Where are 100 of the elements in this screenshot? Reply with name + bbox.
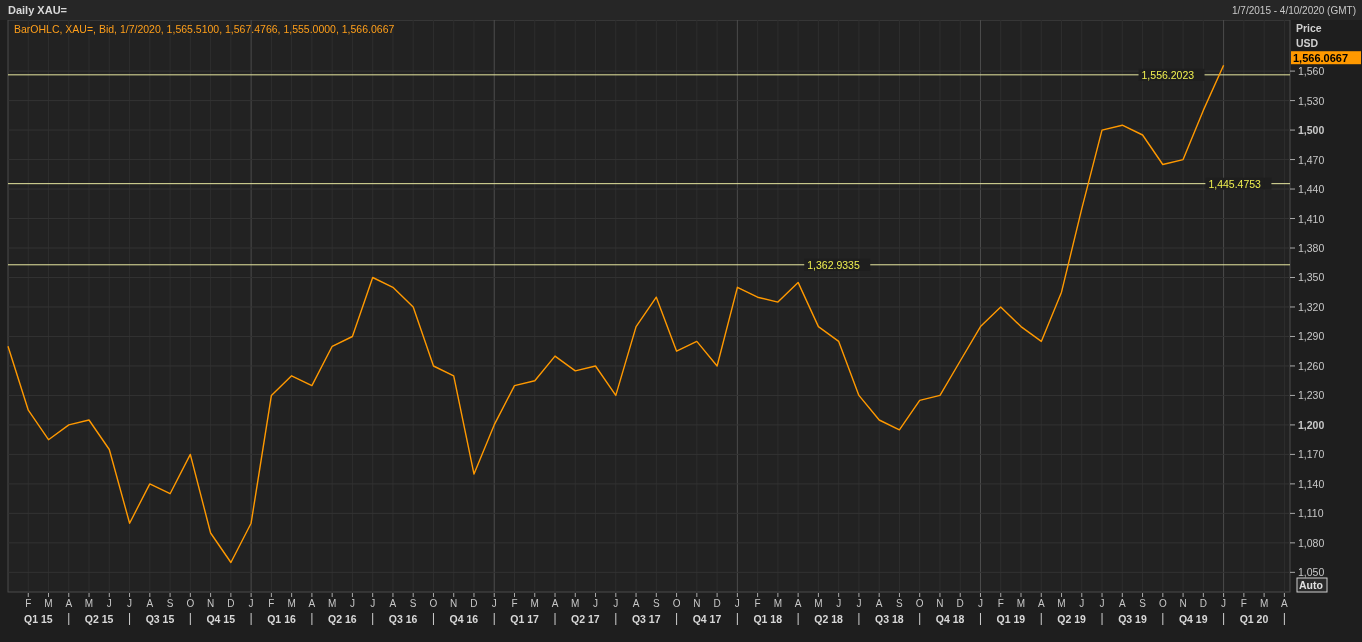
month-label: M [1259,598,1269,609]
month-label: M [530,598,539,609]
month-label: F [997,598,1004,609]
month-label: S [1139,598,1146,609]
y-tick-label: 1,080 [1298,536,1325,549]
month-label: S [409,598,417,609]
y-tick-label: 1,500 [1298,124,1325,137]
month-label: F [511,598,518,609]
y-tick-label: 1,200 [1298,418,1325,431]
quarter-label: Q1 18 [753,613,783,625]
month-label: A [875,598,883,609]
month-label: O [186,598,195,609]
month-label: J [370,598,376,609]
reference-value: 1,445.4753 [1208,177,1261,190]
quarter-label: Q4 15 [206,613,236,625]
y-tick-label: 1,530 [1298,94,1325,107]
month-label: D [713,598,721,609]
month-label: J [836,598,842,609]
quarter-label: Q4 17 [692,613,722,625]
quarter-label: Q1 20 [1239,613,1269,625]
month-label: A [65,598,73,609]
quarter-label: Q3 18 [875,613,904,625]
month-label: N [207,598,215,609]
month-label: J [1079,598,1085,609]
axis-unit: USD [1296,37,1319,49]
month-label: S [166,598,174,609]
y-tick-label: 1,290 [1298,330,1325,343]
month-label: N [693,598,701,609]
y-tick-label: 1,380 [1298,242,1325,254]
y-tick-label: 1,050 [1298,566,1325,579]
quarter-label: Q2 17 [571,613,600,625]
month-label: F [1240,598,1247,609]
legend-text: BarOHLC, XAU=, Bid, 1/7/2020, 1,565.5100, 1,567.4766, 1,555.0000, 1,566.0667 [14,23,395,35]
quarter-label: Q4 19 [1178,613,1208,625]
auto-button[interactable]: Auto [1296,577,1328,593]
month-label: D [470,598,478,609]
y-tick-label: 1,140 [1298,477,1325,490]
month-label: O [672,598,681,609]
month-label: A [1118,598,1126,609]
month-label: D [227,598,235,609]
quarter-label: Q4 16 [449,613,479,625]
month-label: J [734,598,740,609]
month-label: A [308,598,316,609]
month-label: J [593,598,599,609]
month-label: O [1158,598,1167,609]
month-label: M [1057,598,1066,609]
quarter-label: Q1 17 [510,613,539,625]
y-tick-label: 1,230 [1298,389,1325,402]
month-label: J [248,598,254,609]
reference-value: 1,362.9335 [807,258,860,271]
quarter-label: Q3 19 [1118,613,1147,625]
quarter-label: Q2 15 [84,613,114,625]
month-label: J [349,598,355,609]
month-label: A [146,598,154,609]
month-label: N [936,598,944,609]
quarter-label: Q1 16 [267,613,296,625]
month-label: M [814,598,823,609]
month-label: J [978,598,983,609]
y-tick-label: 1,440 [1298,183,1325,196]
quarter-label: Q4 18 [935,613,965,625]
month-label: A [1037,598,1045,609]
month-label: M [44,598,53,609]
month-label: M [328,598,337,609]
chart-title: Daily XAU= [8,4,67,16]
month-label: O [915,598,924,609]
month-label: M [287,598,296,609]
month-label: M [773,598,783,609]
month-label: F [25,598,32,609]
month-label: F [268,598,275,609]
y-tick-label: 1,410 [1298,212,1325,225]
quarter-label: Q3 15 [145,613,175,625]
month-label: J [127,598,133,609]
month-label: J [106,598,112,609]
month-label: N [450,598,458,609]
month-label: F [754,598,761,609]
month-label: A [632,598,640,609]
quarter-label: Q2 18 [814,613,843,625]
month-label: J [491,598,497,609]
date-range: 1/7/2015 - 4/10/2020 (GMT) [1232,4,1356,16]
reference-value: 1,556.2023 [1141,68,1195,81]
month-label: J [613,598,619,609]
y-tick-label: 1,110 [1298,507,1324,520]
y-tick-label: 1,350 [1298,271,1325,284]
y-tick-label: 1,170 [1298,448,1325,461]
month-label: D [956,598,964,609]
y-tick-label: 1,260 [1298,359,1325,372]
month-label: S [653,598,660,609]
month-label: M [1016,598,1026,609]
quarter-label: Q1 15 [24,613,53,625]
month-label: A [794,598,802,609]
month-label: A [1281,598,1288,609]
month-label: J [1221,598,1227,609]
quarter-label: Q3 17 [631,613,661,625]
last-price-tag: 1,566.0667 [1291,51,1361,65]
month-label: J [1099,598,1105,609]
quarter-label: Q1 19 [996,613,1026,625]
month-label: S [896,598,903,609]
month-label: M [84,598,94,609]
axis-title: Price [1296,22,1322,34]
quarter-label: Q2 19 [1057,613,1086,625]
